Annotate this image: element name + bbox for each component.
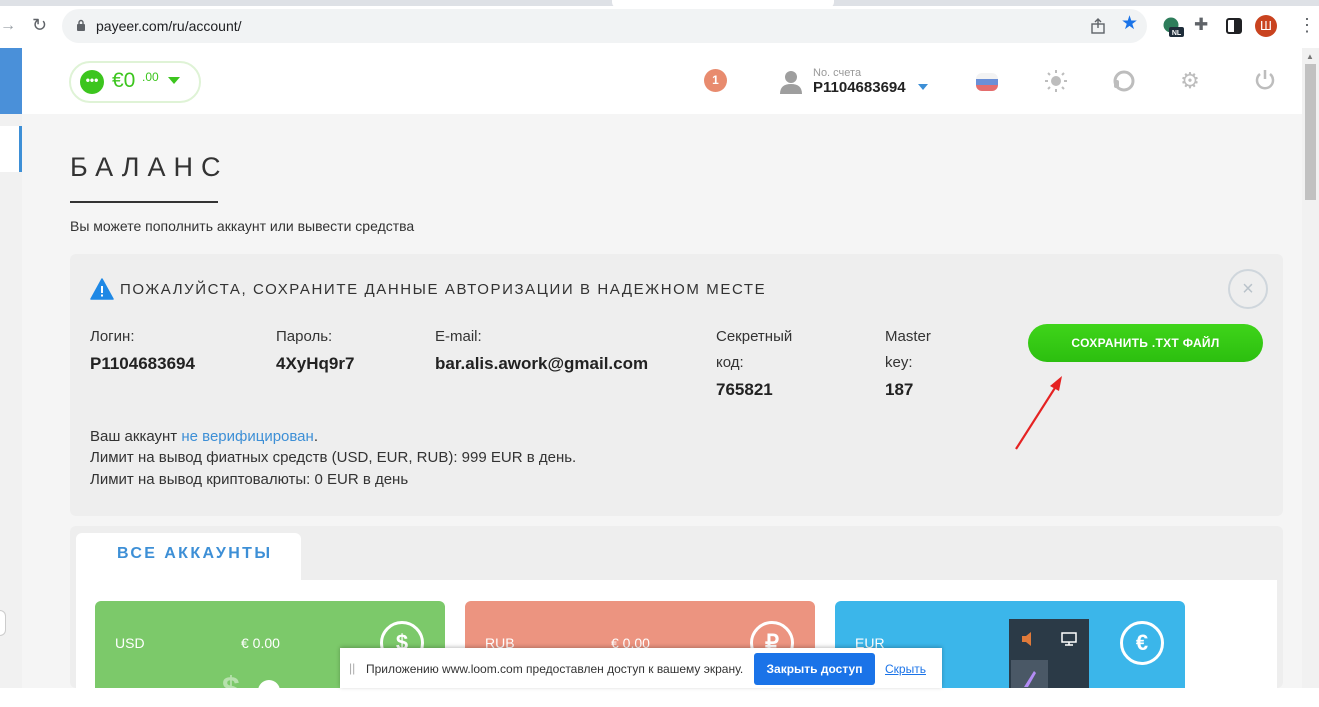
card-currency: USD — [115, 635, 145, 651]
support-headset-icon[interactable] — [1112, 69, 1136, 93]
red-arrow-annotation — [1015, 376, 1062, 450]
master-key-value: 187 — [885, 380, 914, 399]
fiat-limit-text: Лимит на вывод фиатных средств (USD, EUR… — [90, 449, 577, 466]
card-amount: € 0.00 — [241, 635, 280, 651]
close-alert-button[interactable]: × — [1228, 269, 1268, 309]
login-label: Логин: — [90, 328, 135, 345]
title-underline — [70, 201, 218, 203]
active-tab[interactable] — [612, 0, 834, 8]
user-icon — [780, 71, 802, 94]
wallet-balance: €0 — [112, 69, 136, 92]
password-value: 4XyHq9r7 — [276, 354, 355, 373]
save-txt-file-button[interactable]: СОХРАНИТЬ .TXT ФАЙЛ — [1028, 324, 1263, 362]
warning-icon — [90, 278, 114, 300]
euro-icon: € — [1120, 621, 1164, 665]
top-bar — [22, 48, 1302, 114]
wallet-menu-icon: ••• — [80, 70, 104, 94]
puzzle-icon[interactable]: ✚ — [1194, 16, 1208, 33]
settings-gear-icon[interactable]: ⚙ — [1178, 69, 1202, 93]
sidebar-item-active[interactable] — [0, 126, 22, 172]
not-verified-link[interactable]: не верифицирован — [181, 428, 313, 445]
forward-icon[interactable]: → — [0, 18, 16, 34]
url-text[interactable]: payeer.com/ru/account/ — [96, 18, 242, 34]
stop-sharing-button[interactable]: Закрыть доступ — [754, 653, 875, 685]
lock-icon[interactable] — [76, 19, 86, 32]
vpn-extension-icon[interactable]: NL — [1162, 16, 1184, 38]
screen-share-message: Приложению www.loom.com предоставлен дос… — [366, 662, 744, 676]
notification-badge[interactable]: 1 — [704, 69, 727, 92]
crypto-limit-text: Лимит на вывод криптовалюты: 0 EUR в ден… — [90, 471, 409, 488]
card-decoration — [258, 680, 280, 702]
bookmark-star-icon[interactable]: ★ — [1121, 14, 1138, 33]
verification-suffix: . — [313, 428, 318, 445]
sidebar-toggle[interactable] — [0, 610, 6, 636]
login-value: P1104683694 — [90, 354, 195, 373]
page-title: БАЛАНС — [70, 152, 229, 182]
language-flag-icon[interactable] — [976, 73, 998, 91]
alert-title: ПОЖАЛУЙСТА, СОХРАНИТЕ ДАННЫЕ АВТОРИЗАЦИИ… — [120, 281, 767, 298]
side-panel-icon[interactable] — [1226, 18, 1242, 34]
account-label: No. счета — [813, 67, 862, 79]
drag-handle-icon[interactable]: || — [349, 661, 355, 675]
account-number[interactable]: P1104683694 — [813, 79, 906, 96]
page-subtitle: Вы можете пополнить аккаунт или вывести … — [70, 218, 415, 234]
scroll-up-icon[interactable]: ▲ — [1306, 52, 1314, 61]
tab-all-accounts-label: ВСЕ АККАУНТЫ — [117, 545, 273, 562]
chevron-down-icon — [168, 77, 180, 84]
share-icon[interactable] — [1090, 18, 1106, 34]
dollar-watermark-icon: $ — [222, 670, 240, 706]
secret-code-value: 765821 — [716, 380, 773, 399]
email-label: E-mail: — [435, 328, 482, 345]
chevron-down-icon[interactable] — [918, 84, 928, 90]
verification-status: Ваш аккаунт не верифицирован. — [90, 428, 318, 445]
logout-power-icon[interactable] — [1254, 69, 1276, 91]
ext-badge-label: NL — [1172, 30, 1182, 37]
wallet-balance-cents: .00 — [142, 70, 159, 84]
secret-code-label-2: код: — [716, 354, 744, 371]
profile-avatar[interactable]: Ш — [1255, 15, 1277, 37]
hide-link[interactable]: Скрыть — [885, 662, 926, 676]
password-label: Пароль: — [276, 328, 333, 345]
menu-kebab-icon[interactable]: ⋮ — [1298, 16, 1316, 34]
reload-icon[interactable]: ↻ — [32, 16, 47, 34]
theme-sun-icon[interactable] — [1044, 69, 1068, 93]
master-key-label-2: key: — [885, 354, 913, 371]
loom-tray-icon[interactable] — [1022, 669, 1038, 688]
secret-code-label: Секретный — [716, 328, 793, 345]
email-value: bar.alis.awork@gmail.com — [435, 354, 649, 373]
verification-prefix: Ваш аккаунт — [90, 428, 182, 445]
master-key-label: Master — [885, 328, 931, 345]
sidebar-logo[interactable] — [0, 48, 22, 114]
network-monitor-icon[interactable] — [1060, 631, 1078, 647]
speaker-icon[interactable] — [1020, 631, 1038, 647]
scrollbar-thumb[interactable] — [1305, 64, 1316, 200]
